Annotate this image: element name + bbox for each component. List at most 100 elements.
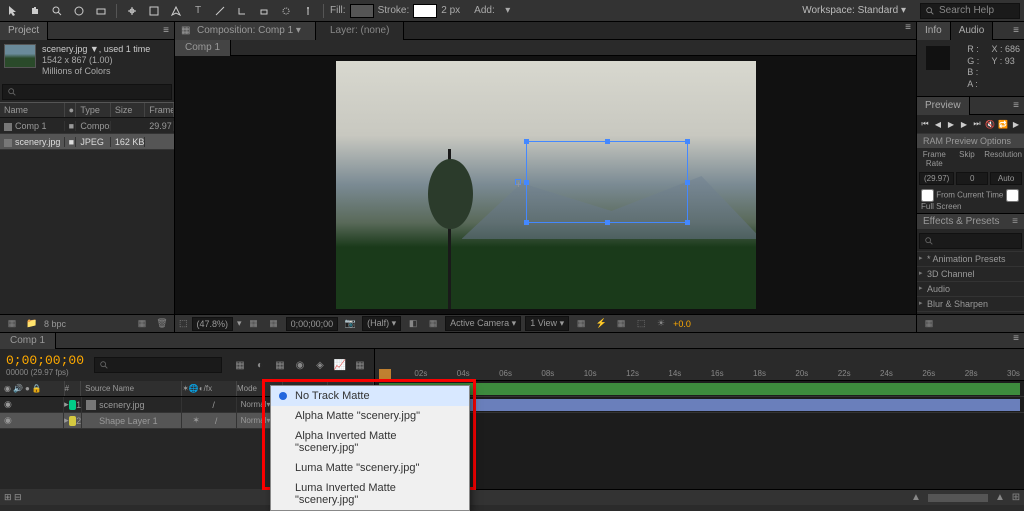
- loop-icon[interactable]: 🔁: [998, 118, 1008, 130]
- asset-row[interactable]: Comp 1■Composition29.97: [0, 118, 174, 134]
- timeline-ruler[interactable]: 02s04s06s08s10s12s14s16s18s20s22s24s26s2…: [375, 349, 1024, 381]
- eye-icon[interactable]: [4, 399, 12, 410]
- next-frame-icon[interactable]: ▶: [959, 118, 969, 130]
- comp-mini-icon[interactable]: ▦: [232, 358, 248, 372]
- comp-subtab[interactable]: Comp 1: [175, 40, 231, 56]
- layer-header-tab[interactable]: Layer: (none): [316, 22, 404, 40]
- zoom-slider[interactable]: [928, 494, 988, 502]
- camera-dropdown[interactable]: Active Camera ▾: [445, 316, 521, 331]
- composition-header-tab[interactable]: ▦ Composition: Comp 1 ▾: [175, 22, 316, 40]
- add-dropdown-icon[interactable]: ▾: [499, 2, 517, 20]
- layer-color-pip[interactable]: [69, 400, 76, 410]
- prev-frame-icon[interactable]: ◀: [933, 118, 943, 130]
- effects-presets-tab[interactable]: Effects & Presets≡: [917, 213, 1024, 229]
- toggle-switches-icon[interactable]: ⊞ ⊟: [4, 492, 22, 503]
- effect-category[interactable]: * Animation Presets: [917, 251, 1024, 266]
- motion-blur-icon[interactable]: ◉: [292, 358, 308, 372]
- ram-preview-options[interactable]: RAM Preview Options: [917, 133, 1024, 148]
- zoom-in-icon[interactable]: ▲: [992, 491, 1008, 505]
- interpret-icon[interactable]: ▦: [4, 317, 20, 331]
- timeline-search-input[interactable]: [94, 357, 222, 373]
- fill-swatch[interactable]: [350, 4, 374, 18]
- trash-icon[interactable]: 🗑: [154, 317, 170, 331]
- info-tab[interactable]: Info: [917, 22, 951, 40]
- track-matte-option[interactable]: Luma Matte "scenery.jpg": [271, 458, 469, 478]
- effect-category[interactable]: Channel: [917, 311, 1024, 314]
- skip-dropdown[interactable]: 0: [956, 172, 988, 185]
- track-matte-option[interactable]: Luma Inverted Matte "scenery.jpg": [271, 478, 469, 510]
- rotate-tool-icon[interactable]: [70, 2, 88, 20]
- mute-icon[interactable]: 🔇: [985, 118, 995, 130]
- ram-preview-icon[interactable]: ▶: [1011, 118, 1021, 130]
- track-matte-option[interactable]: Alpha Matte "scenery.jpg": [271, 406, 469, 426]
- show-grid-icon[interactable]: ▦: [246, 318, 262, 329]
- track-matte-option[interactable]: Alpha Inverted Matte "scenery.jpg": [271, 426, 469, 458]
- roi-icon[interactable]: ◧: [405, 318, 421, 329]
- apply-icon[interactable]: ▦: [921, 317, 937, 331]
- panel-menu-icon[interactable]: ≡: [900, 22, 916, 39]
- asset-row[interactable]: scenery.jpg■JPEG162 KB: [0, 134, 174, 150]
- transparency-icon[interactable]: ▦: [425, 318, 441, 329]
- time-display[interactable]: 0;00;00;00: [286, 317, 339, 331]
- flowchart-button-icon[interactable]: ⬚: [179, 318, 188, 329]
- play-icon[interactable]: ▶: [946, 118, 956, 130]
- stroke-width[interactable]: 2 px: [441, 5, 460, 16]
- framerate-dropdown[interactable]: (29.97): [919, 172, 954, 185]
- panel-menu-icon[interactable]: ≡: [1008, 333, 1024, 348]
- panel-menu-icon[interactable]: ≡: [1008, 25, 1024, 36]
- pen-tool-icon[interactable]: [167, 2, 185, 20]
- view-dropdown[interactable]: 1 View ▾: [525, 316, 569, 331]
- effect-category[interactable]: Audio: [917, 281, 1024, 296]
- panel-menu-icon[interactable]: ≡: [1008, 100, 1024, 111]
- project-search-input[interactable]: [2, 84, 172, 100]
- preview-tab[interactable]: Preview: [917, 97, 970, 115]
- anchor-icon[interactable]: +: [515, 179, 521, 185]
- new-comp-icon[interactable]: ▦: [134, 317, 150, 331]
- effect-category[interactable]: Blur & Sharpen: [917, 296, 1024, 311]
- pixel-aspect-icon[interactable]: ▦: [573, 318, 589, 329]
- brainstorm-icon[interactable]: ◈: [312, 358, 328, 372]
- comp-button-icon[interactable]: ⊞: [1008, 491, 1024, 505]
- text-tool-icon[interactable]: T: [189, 2, 207, 20]
- selection-tool-icon[interactable]: [4, 2, 22, 20]
- layer-color-pip[interactable]: [69, 416, 76, 426]
- eraser-tool-icon[interactable]: [255, 2, 273, 20]
- zoom-out-icon[interactable]: ▲: [908, 491, 924, 505]
- eye-icon[interactable]: [4, 415, 12, 426]
- roto-tool-icon[interactable]: [277, 2, 295, 20]
- preview-res-dropdown[interactable]: Auto: [990, 172, 1022, 185]
- project-tab[interactable]: Project: [0, 22, 48, 40]
- full-screen-checkbox[interactable]: [1006, 189, 1019, 202]
- anchor-tool-icon[interactable]: [123, 2, 141, 20]
- last-frame-icon[interactable]: ⏭: [972, 118, 982, 130]
- first-frame-icon[interactable]: ⏮: [920, 118, 930, 130]
- zoom-dropdown[interactable]: (47.8%): [192, 317, 234, 331]
- puppet-tool-icon[interactable]: [299, 2, 317, 20]
- source-name-header[interactable]: Source Name: [81, 381, 182, 396]
- shape-layer-selection[interactable]: +: [526, 141, 688, 223]
- camera-tool-icon[interactable]: [92, 2, 110, 20]
- audio-tab[interactable]: Audio: [951, 22, 994, 40]
- brush-tool-icon[interactable]: [211, 2, 229, 20]
- exposure-value[interactable]: +0.0: [673, 319, 691, 329]
- clone-tool-icon[interactable]: [233, 2, 251, 20]
- mask-icon[interactable]: ▦: [266, 318, 282, 329]
- resolution-dropdown[interactable]: (Half) ▾: [362, 316, 401, 331]
- timeline-icon[interactable]: ▦: [613, 318, 629, 329]
- timeline-tab[interactable]: Comp 1: [0, 333, 56, 349]
- track-matte-option[interactable]: No Track Matte: [271, 386, 469, 406]
- shape-tool-icon[interactable]: [145, 2, 163, 20]
- stroke-swatch[interactable]: [413, 4, 437, 18]
- folder-icon[interactable]: 📁: [24, 317, 40, 331]
- frame-blend-icon[interactable]: ▦: [272, 358, 288, 372]
- composition-viewer[interactable]: +: [175, 56, 916, 314]
- zoom-tool-icon[interactable]: [48, 2, 66, 20]
- from-current-checkbox[interactable]: [921, 189, 934, 202]
- effects-search-input[interactable]: [919, 233, 1022, 249]
- graph-editor-icon[interactable]: 📈: [332, 358, 348, 372]
- draft3d-icon[interactable]: ▦: [352, 358, 368, 372]
- snapshot-icon[interactable]: 📷: [342, 318, 358, 329]
- timecode[interactable]: 0;00;00;00: [6, 353, 84, 368]
- shy-icon[interactable]: ◐: [252, 358, 268, 372]
- comp-flowchart-icon[interactable]: ⬚: [633, 318, 649, 329]
